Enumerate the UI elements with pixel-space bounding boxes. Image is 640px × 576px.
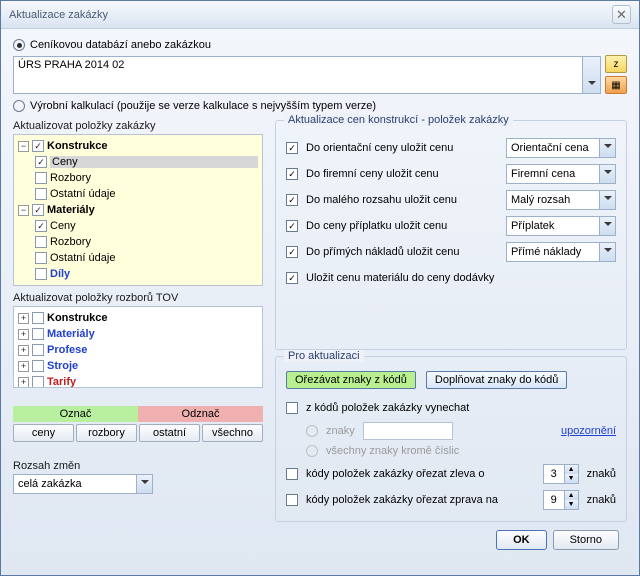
- tree-tov[interactable]: +Konstrukce +Materiály +Profese +Stroje …: [13, 306, 263, 388]
- radio-vsechny: [306, 445, 318, 457]
- checkbox[interactable]: [35, 156, 47, 168]
- checkbox[interactable]: [286, 168, 298, 180]
- radio-label: Ceníkovou databází anebo zakázkou: [30, 39, 211, 51]
- checkbox[interactable]: [32, 328, 44, 340]
- radio-by-calc[interactable]: Výrobní kalkulací (použije se verze kalk…: [13, 100, 627, 112]
- checkbox[interactable]: [32, 312, 44, 324]
- close-icon[interactable]: ✕: [612, 5, 631, 24]
- titlebar: Aktualizace zakázky ✕: [1, 1, 639, 29]
- window-title: Aktualizace zakázky: [9, 9, 108, 21]
- znaky-input: [363, 422, 453, 440]
- checkbox[interactable]: [35, 172, 47, 184]
- checkbox[interactable]: [35, 252, 47, 264]
- dd-maly[interactable]: Malý rozsah: [506, 190, 616, 210]
- checkbox[interactable]: [286, 194, 298, 206]
- checkbox[interactable]: [286, 494, 298, 506]
- dd-priplatek[interactable]: Příplatek: [506, 216, 616, 236]
- tree-zakazky[interactable]: −Konstrukce Ceny Rozbory Ostatní údaje −…: [13, 134, 263, 286]
- checkbox[interactable]: [35, 268, 47, 280]
- radio-by-database[interactable]: Ceníkovou databází anebo zakázkou: [13, 39, 627, 51]
- checkbox[interactable]: [32, 360, 44, 372]
- tree2-title: Aktualizovat položky rozborů TOV: [13, 292, 263, 304]
- group-aktualizace: Pro aktualizaci Ořezávat znaky z kódů Do…: [275, 356, 627, 522]
- group-ceny: Aktualizace cen konstrukcí - položek zak…: [275, 120, 627, 350]
- cancel-button[interactable]: Storno: [553, 530, 619, 550]
- radio-znaky: [306, 425, 318, 437]
- btn-vsechno[interactable]: všechno: [202, 424, 263, 442]
- btn-orezavat[interactable]: Ořezávat znaky z kódů: [286, 371, 416, 389]
- checkbox[interactable]: [32, 140, 44, 152]
- btn-doplnovat[interactable]: Doplňovat znaky do kódů: [426, 371, 568, 389]
- spin-left[interactable]: 3▲▼: [543, 464, 579, 484]
- expand-icon[interactable]: +: [18, 345, 29, 356]
- expand-icon[interactable]: +: [18, 329, 29, 340]
- checkbox[interactable]: [35, 236, 47, 248]
- dd-prime[interactable]: Přímé náklady: [506, 242, 616, 262]
- warning-link[interactable]: upozornění: [561, 425, 616, 437]
- radio-label: Výrobní kalkulací (použije se verze kalk…: [30, 100, 376, 112]
- database-combo[interactable]: ÚRS PRAHA 2014 02: [13, 56, 601, 94]
- checkbox[interactable]: [32, 204, 44, 216]
- expand-icon[interactable]: +: [18, 377, 29, 388]
- checkbox[interactable]: [286, 246, 298, 258]
- folder-db-icon[interactable]: ▦: [605, 76, 627, 94]
- expand-icon[interactable]: +: [18, 313, 29, 324]
- rozsah-label: Rozsah změn: [13, 460, 263, 472]
- checkbox[interactable]: [32, 376, 44, 388]
- checkbox[interactable]: [32, 344, 44, 356]
- tree1-title: Aktualizovat položky zakázky: [13, 120, 263, 132]
- checkbox[interactable]: [286, 468, 298, 480]
- checkbox[interactable]: [35, 220, 47, 232]
- checkbox[interactable]: [286, 402, 298, 414]
- btn-ostatni[interactable]: ostatní: [139, 424, 200, 442]
- chevron-down-icon: [136, 475, 152, 493]
- legend-row: Označ Odznač: [13, 406, 263, 422]
- dd-orient[interactable]: Orientační cena: [506, 138, 616, 158]
- folder-z-icon[interactable]: z: [605, 55, 627, 73]
- collapse-icon[interactable]: −: [18, 141, 29, 152]
- dd-firemni[interactable]: Firemní cena: [506, 164, 616, 184]
- checkbox[interactable]: [286, 142, 298, 154]
- checkbox[interactable]: [286, 220, 298, 232]
- btn-rozbory[interactable]: rozbory: [76, 424, 137, 442]
- expand-icon[interactable]: +: [18, 361, 29, 372]
- ok-button[interactable]: OK: [496, 530, 547, 550]
- btn-ceny[interactable]: ceny: [13, 424, 74, 442]
- checkbox[interactable]: [35, 188, 47, 200]
- chevron-down-icon[interactable]: [582, 57, 600, 93]
- collapse-icon[interactable]: −: [18, 205, 29, 216]
- rozsah-select[interactable]: celá zakázka: [13, 474, 153, 494]
- checkbox[interactable]: [286, 272, 298, 284]
- spin-right[interactable]: 9▲▼: [543, 490, 579, 510]
